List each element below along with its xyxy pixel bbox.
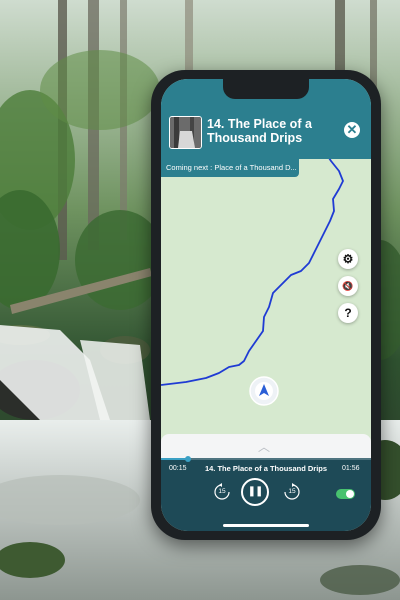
phone-screen: ✓ ⚙ 🔇 ? 14. The Place of a T [161, 79, 371, 531]
home-indicator [223, 524, 309, 527]
map-view[interactable]: ✓ ⚙ 🔇 ? [161, 159, 371, 453]
duration-time: 01:56 [342, 465, 360, 472]
drawer-handle[interactable]: ︿ [161, 434, 371, 458]
toggle-knob [346, 490, 354, 498]
player-track-title: 14. The Place of a Thousand Drips [204, 464, 328, 473]
coming-next-banner[interactable]: Coming next : Place of a Thousand D... [161, 159, 299, 177]
phone-frame: ✓ ⚙ 🔇 ? 14. The Place of a T [151, 70, 381, 540]
audio-toggle-button[interactable]: 🔇 [338, 276, 358, 296]
play-pause-button[interactable]: ❚❚ [241, 478, 269, 506]
stop-title: 14. The Place of a Thousand Drips [207, 117, 312, 145]
chevron-up-icon: ︿ [258, 440, 271, 454]
phone-notch [223, 79, 309, 99]
progress-fill [161, 458, 189, 460]
progress-knob[interactable] [185, 456, 192, 462]
question-icon: ? [344, 306, 352, 320]
waterfall-thumbnail [169, 116, 202, 149]
forward-15-button[interactable]: 15 [283, 483, 301, 501]
elapsed-time: 00:15 [169, 465, 187, 472]
thumbnail-image [170, 117, 201, 148]
rewind-15-button[interactable]: 15 [213, 483, 231, 501]
autoplay-toggle[interactable] [336, 489, 355, 499]
stop-header: 14. The Place of a Thousand Drips ✕ [161, 107, 371, 159]
help-button[interactable]: ? [338, 303, 358, 323]
settings-button[interactable]: ⚙ [338, 249, 358, 269]
gear-icon: ⚙ [342, 252, 354, 266]
speaker-muted-icon: 🔇 [342, 281, 354, 291]
forward-label: 15 [288, 488, 296, 495]
close-icon[interactable]: ✕ [344, 122, 360, 138]
paused-icon: ❚❚ [247, 486, 264, 497]
progress-bar[interactable] [161, 456, 371, 462]
navigation-arrow-icon [249, 376, 279, 406]
audio-player: 00:15 14. The Place of a Thousand Drips … [161, 456, 371, 531]
rewind-label: 15 [218, 488, 226, 495]
